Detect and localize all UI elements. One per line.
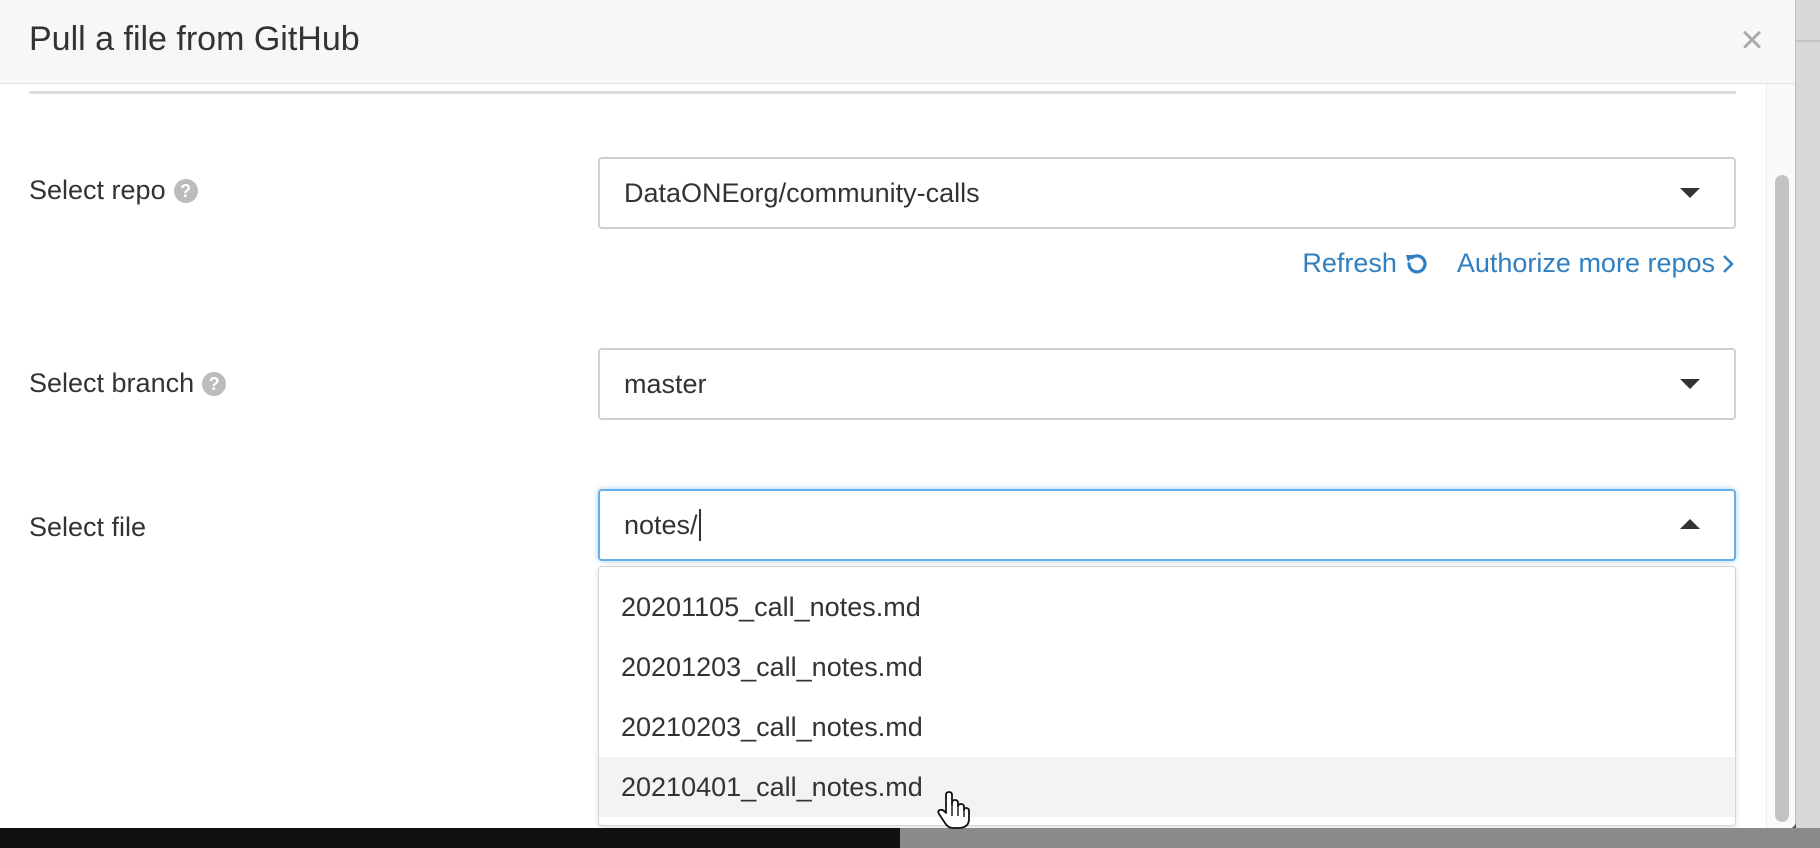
repo-label: Select repo xyxy=(29,175,166,205)
file-select-input[interactable]: notes/ xyxy=(598,489,1736,561)
file-option[interactable]: 20201203_call_notes.md xyxy=(599,637,1735,697)
background-app-dark-panel xyxy=(0,828,900,848)
repo-select-value: DataONEorg/community-calls xyxy=(624,178,980,208)
file-option[interactable]: 20210203_call_notes.md xyxy=(599,697,1735,757)
file-label: Select file xyxy=(29,512,147,542)
refresh-icon xyxy=(1403,251,1429,277)
file-option-hovered[interactable]: 20210401_call_notes.md xyxy=(599,757,1735,817)
background-app-edge xyxy=(1796,0,1820,848)
section-divider xyxy=(29,91,1736,94)
authorize-more-repos-link[interactable]: Authorize more repos xyxy=(1457,248,1735,279)
modal-header: Pull a file from GitHub × xyxy=(0,0,1795,84)
github-pull-modal: Pull a file from GitHub × Select repo ? … xyxy=(0,0,1796,828)
scrollbar-thumb[interactable] xyxy=(1775,175,1789,822)
caret-up-icon xyxy=(1680,519,1700,529)
branch-label-row: Select branch ? xyxy=(29,368,227,399)
caret-down-icon xyxy=(1680,379,1700,389)
background-divider xyxy=(1796,40,1820,42)
chevron-right-icon xyxy=(1721,253,1735,275)
repo-actions: Refresh Authorize more repos xyxy=(1302,248,1735,279)
question-circle-icon[interactable]: ? xyxy=(202,371,227,396)
branch-select[interactable]: master xyxy=(598,348,1736,420)
branch-select-value: master xyxy=(624,369,707,399)
branch-label: Select branch xyxy=(29,368,195,398)
file-option[interactable]: 20201105_call_notes.md xyxy=(599,577,1735,637)
repo-label-row: Select repo ? xyxy=(29,175,198,206)
refresh-link[interactable]: Refresh xyxy=(1302,248,1429,279)
caret-down-icon xyxy=(1680,188,1700,198)
text-cursor xyxy=(698,508,701,541)
close-button[interactable]: × xyxy=(1732,18,1772,62)
authorize-link-label: Authorize more repos xyxy=(1456,248,1715,278)
file-label-row: Select file xyxy=(29,512,146,543)
question-circle-icon[interactable]: ? xyxy=(173,178,198,203)
file-options-dropdown: 20201105_call_notes.md 20201203_call_not… xyxy=(598,566,1736,826)
file-search-text: notes/ xyxy=(624,510,698,540)
refresh-link-label: Refresh xyxy=(1302,248,1397,278)
modal-title: Pull a file from GitHub xyxy=(29,20,360,58)
file-search-value: notes/ xyxy=(624,491,701,559)
hand-pointer-icon xyxy=(936,790,970,830)
background-app-gray-panel xyxy=(900,828,1820,848)
repo-select[interactable]: DataONEorg/community-calls xyxy=(598,157,1736,229)
